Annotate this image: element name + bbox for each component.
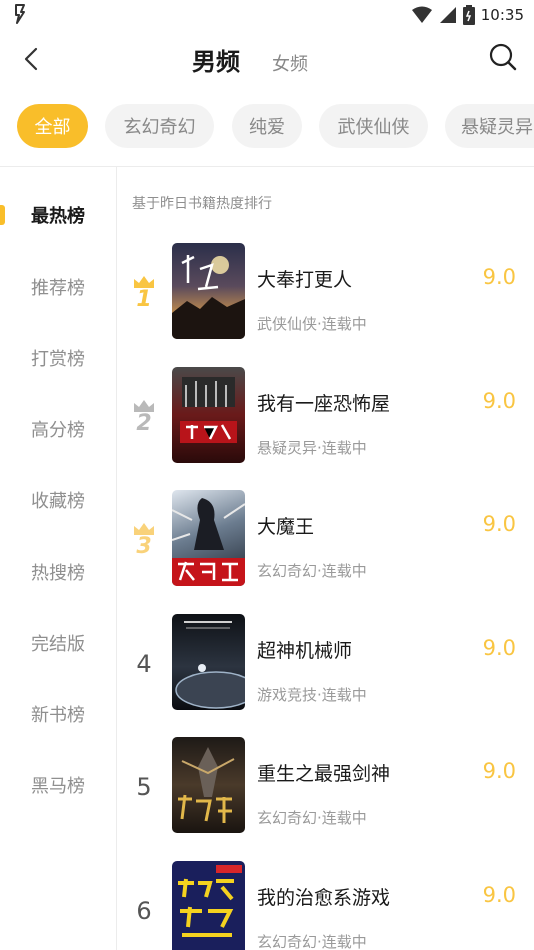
battery-icon [462, 5, 475, 25]
book-title: 重生之最强剑神 [257, 763, 391, 785]
sidebar-item-highscore[interactable]: 高分榜 [0, 405, 116, 453]
status-time: 10:35 [480, 6, 524, 24]
cover-art [172, 498, 245, 586]
sidebar-item-recommend[interactable]: 推荐榜 [0, 263, 116, 311]
sidebar-item-hottest[interactable]: 最热榜 [0, 191, 116, 239]
cellular-icon [439, 7, 456, 23]
tab-male[interactable]: 男频 [192, 42, 240, 77]
sidebar-item-label: 打赏榜 [31, 349, 85, 370]
sidebar-item-completed[interactable]: 完结版 [0, 619, 116, 667]
book-meta: 玄幻奇幻·连载中 [257, 809, 367, 827]
sidebar-item-darkhorse[interactable]: 黑马榜 [0, 761, 116, 809]
sidebar-item-label: 高分榜 [31, 420, 85, 441]
sidebar-item-newbooks[interactable]: 新书榜 [0, 690, 116, 738]
chip-xuanhuan[interactable]: 玄幻奇幻 [105, 104, 214, 148]
book-meta: 玄幻奇幻·连载中 [257, 562, 367, 580]
book-title: 我的治愈系游戏 [257, 887, 391, 909]
book-cover [172, 737, 245, 833]
tab-female[interactable]: 女频 [272, 50, 308, 76]
sidebar-item-label: 新书榜 [31, 705, 85, 726]
rank-badge: 3 [127, 522, 161, 572]
book-cover [172, 861, 245, 950]
sidebar-item-hotsearch[interactable]: 热搜榜 [0, 548, 116, 596]
book-meta: 游戏竞技·连载中 [257, 686, 367, 704]
chip-chunai[interactable]: 纯爱 [232, 104, 302, 148]
notification-bolt-icon [15, 4, 25, 24]
sidebar-item-label: 黑马榜 [31, 776, 85, 797]
book-meta: 悬疑灵异·连载中 [257, 439, 367, 457]
sidebar-item-label: 热搜榜 [31, 563, 85, 584]
rank-number: 3 [136, 534, 152, 559]
rank-number: 4 [136, 650, 152, 678]
book-score: 9.0 [482, 759, 516, 783]
book-title: 超神机械师 [257, 640, 353, 662]
cover-art [175, 621, 245, 709]
book-row[interactable]: 6 我的治愈系游戏 玄幻奇幻·连载中 9.0 [117, 861, 534, 950]
rank-number: 6 [136, 897, 152, 925]
sidebar-item-favorites[interactable]: 收藏榜 [0, 476, 116, 524]
book-cover [172, 614, 245, 710]
book-score: 9.0 [482, 883, 516, 907]
sidebar-item-label: 最热榜 [31, 206, 85, 227]
book-meta: 玄幻奇幻·连载中 [257, 933, 367, 950]
sidebar-item-label: 收藏榜 [31, 491, 85, 512]
cover-art [180, 377, 237, 443]
rank-badge: 1 [127, 275, 161, 325]
back-button[interactable] [14, 42, 48, 76]
book-title: 大奉打更人 [257, 269, 353, 291]
book-score: 9.0 [482, 389, 516, 413]
book-title: 我有一座恐怖屋 [257, 393, 391, 415]
sidebar-item-label: 完结版 [31, 634, 85, 655]
book-cover [172, 367, 245, 463]
cover-art [178, 865, 242, 937]
book-score: 9.0 [482, 265, 516, 289]
sidebar-item-reward[interactable]: 打赏榜 [0, 334, 116, 382]
book-row[interactable]: 4 超神机械师 游戏竞技·连载中 9.0 [117, 614, 534, 738]
book-meta: 武侠仙侠·连载中 [257, 315, 367, 333]
wifi-icon [411, 6, 432, 23]
active-indicator [0, 205, 5, 225]
header-divider [0, 166, 534, 167]
book-row[interactable]: 1 大奉打更人 武侠仙侠·连载中 9.0 [117, 243, 534, 367]
rank-number: 5 [136, 773, 152, 801]
top-bar: 男频 女频 [0, 30, 534, 90]
book-row[interactable]: 5 重生之最强剑神 玄幻奇幻·连载中 9.0 [117, 737, 534, 861]
book-cover [172, 490, 245, 586]
book-row[interactable]: 2 我有一座恐怖屋 悬疑灵异·连载中 9.0 [117, 367, 534, 491]
chip-all[interactable]: 全部 [17, 104, 88, 148]
category-chips: 全部 玄幻奇幻 纯爱 武侠仙侠 悬疑灵异 [0, 104, 534, 152]
sidebar-item-label: 推荐榜 [31, 278, 85, 299]
chip-xuanyi[interactable]: 悬疑灵异 [445, 104, 534, 148]
status-bar: 10:35 [0, 0, 534, 30]
cover-art [172, 255, 245, 339]
rank-number: 2 [136, 411, 152, 436]
book-score: 9.0 [482, 512, 516, 536]
book-cover [172, 243, 245, 339]
list-subtitle: 基于昨日书籍热度排行 [132, 196, 272, 212]
search-icon[interactable] [488, 42, 518, 72]
book-title: 大魔王 [257, 516, 315, 538]
rank-number: 1 [136, 287, 152, 312]
cover-art [178, 747, 235, 823]
chip-wuxia[interactable]: 武侠仙侠 [319, 104, 428, 148]
book-score: 9.0 [482, 636, 516, 660]
rank-badge: 2 [127, 399, 161, 449]
book-row[interactable]: 3 大魔王 玄幻奇幻·连载中 9.0 [117, 490, 534, 614]
back-arrow-icon [24, 47, 38, 71]
